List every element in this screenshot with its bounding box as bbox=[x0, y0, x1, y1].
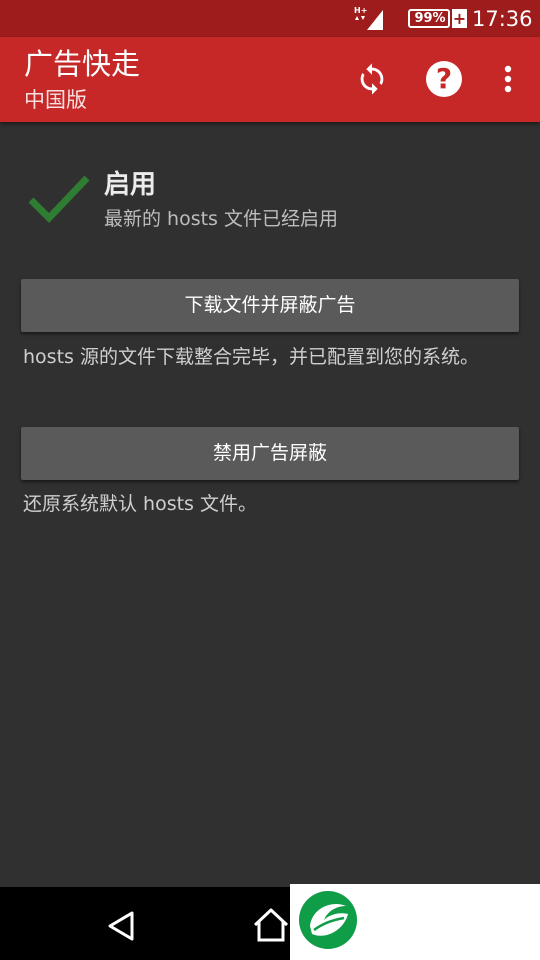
refresh-icon bbox=[360, 63, 384, 95]
help-icon: ? bbox=[426, 61, 462, 97]
download-description: hosts 源的文件下载整合完毕，并已配置到您的系统。 bbox=[23, 346, 479, 368]
leaf-logo-icon bbox=[299, 891, 357, 949]
more-options-button[interactable] bbox=[486, 57, 530, 101]
disable-ad-block-button[interactable]: 禁用广告屏蔽 bbox=[21, 427, 519, 480]
watermark-overlay bbox=[290, 884, 540, 960]
charging-icon: + bbox=[452, 9, 467, 28]
app-title: 广告快走 bbox=[24, 47, 141, 81]
disable-description: 还原系统默认 hosts 文件。 bbox=[23, 493, 257, 515]
status-description: 最新的 hosts 文件已经启用 bbox=[104, 208, 338, 230]
clock: 17:36 bbox=[472, 7, 533, 31]
home-icon[interactable] bbox=[252, 907, 290, 943]
help-button[interactable]: ? bbox=[422, 57, 466, 101]
signal-icon: H+ bbox=[354, 6, 383, 30]
refresh-button[interactable] bbox=[350, 57, 394, 101]
svg-text:H+: H+ bbox=[354, 6, 367, 15]
battery-indicator: 99% + bbox=[406, 8, 467, 29]
status-title: 启用 bbox=[104, 170, 157, 200]
status-bar: H+ 99% + 17:36 bbox=[0, 0, 540, 37]
back-icon[interactable] bbox=[104, 909, 138, 943]
download-and-block-button[interactable]: 下载文件并屏蔽广告 bbox=[21, 279, 519, 332]
app-bar: 广告快走 中国版 ? bbox=[0, 37, 540, 122]
checkmark-icon bbox=[28, 175, 90, 224]
app-subtitle: 中国版 bbox=[24, 88, 87, 112]
more-vert-icon bbox=[504, 65, 512, 93]
battery-percent: 99% bbox=[414, 11, 446, 26]
